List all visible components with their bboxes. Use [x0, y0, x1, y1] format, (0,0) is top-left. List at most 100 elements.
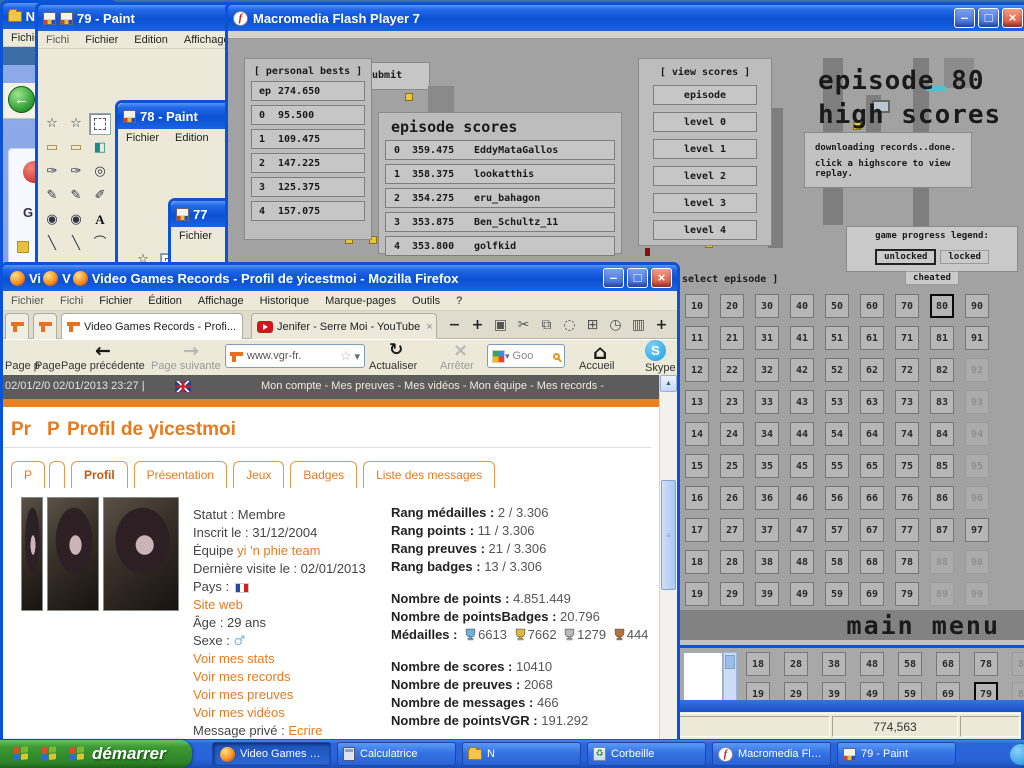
history-clock-icon[interactable]: ◷: [604, 314, 627, 336]
start-button[interactable]: démarrer: [0, 740, 192, 768]
search-engine-dropdown-icon[interactable]: ▾: [505, 351, 510, 362]
episode-cell-38[interactable]: 38: [822, 652, 846, 676]
episode-cell-86[interactable]: 86: [930, 486, 954, 510]
episode-cell-12[interactable]: 12: [685, 358, 709, 382]
minimize-button[interactable]: –: [954, 8, 975, 28]
episode-cell-17[interactable]: 17: [685, 518, 709, 542]
tray-icon[interactable]: [1010, 744, 1024, 765]
episode-cell-63[interactable]: 63: [860, 390, 884, 414]
episode-cell-78[interactable]: 78: [895, 550, 919, 574]
menu-fichier[interactable]: Fichier: [171, 230, 220, 242]
line-icon[interactable]: ╲: [65, 233, 87, 255]
scroll-up-icon[interactable]: ▲: [660, 375, 677, 392]
episode-cell-70[interactable]: 70: [895, 294, 919, 318]
maximize-button[interactable]: □: [978, 8, 999, 28]
profile-link[interactable]: Voir mes stats: [193, 651, 275, 666]
episode-cell-39[interactable]: 39: [755, 582, 779, 606]
episode-cell-91[interactable]: 91: [965, 326, 989, 350]
profile-tab-badges[interactable]: Badges: [290, 461, 357, 488]
text-icon[interactable]: A: [89, 209, 111, 231]
episode-cell-76[interactable]: 76: [895, 486, 919, 510]
episode-cell-46[interactable]: 46: [790, 486, 814, 510]
menu-marque-pages[interactable]: Marque-pages: [317, 295, 404, 307]
menu-edition[interactable]: Edition: [126, 34, 176, 46]
home-label[interactable]: Accueil: [579, 360, 614, 372]
maximize-button[interactable]: □: [627, 268, 648, 288]
taskbar-item-calculatrice[interactable]: Calculatrice: [337, 742, 456, 766]
tab-fragment[interactable]: P: [11, 461, 45, 488]
episode-cell-52[interactable]: 52: [825, 358, 849, 382]
episode-cell-85[interactable]: 85: [930, 454, 954, 478]
episode-cell-31[interactable]: 31: [755, 326, 779, 350]
episode-cell-81[interactable]: 81: [930, 326, 954, 350]
url-text[interactable]: www.vgr-fr.: [247, 350, 340, 362]
cut-icon[interactable]: ✂: [512, 314, 535, 336]
episode-cell-89[interactable]: 89: [930, 582, 954, 606]
profile-link[interactable]: Voir mes preuves: [193, 687, 293, 702]
profile-link[interactable]: Ecrire: [288, 723, 322, 738]
add-toolbar-icon[interactable]: +: [650, 314, 673, 336]
scrollbar[interactable]: ▲ ≡: [659, 375, 677, 739]
episode-cell-62[interactable]: 62: [860, 358, 884, 382]
episode-cell-11[interactable]: 11: [685, 326, 709, 350]
episode-cell-49[interactable]: 49: [790, 582, 814, 606]
line-icon[interactable]: ╲: [41, 233, 63, 255]
episode-cell-35[interactable]: 35: [755, 454, 779, 478]
eraser-icon[interactable]: ▭: [65, 137, 87, 159]
episode-cell-37[interactable]: 37: [755, 518, 779, 542]
episode-cell-27[interactable]: 27: [720, 518, 744, 542]
refresh-icon[interactable]: ↻: [389, 340, 403, 360]
tab-fragment[interactable]: [49, 461, 65, 488]
taskbar-item-macromedia-flas-[interactable]: fMacromedia Flas...: [712, 742, 831, 766]
episode-cell-88[interactable]: 88: [930, 550, 954, 574]
episode-cell-73[interactable]: 73: [895, 390, 919, 414]
episode-cell-65[interactable]: 65: [860, 454, 884, 478]
profile-tab-jeux[interactable]: Jeux: [233, 461, 284, 488]
episode-cell-87[interactable]: 87: [930, 518, 954, 542]
episode-cell-79[interactable]: 79: [895, 582, 919, 606]
pencil-icon[interactable]: ✎: [65, 185, 87, 207]
episode-cell-83[interactable]: 83: [930, 390, 954, 414]
flash-titlebar[interactable]: f Macromedia Flash Player 7 – □ ×: [228, 5, 1024, 31]
paste-icon[interactable]: ▣: [489, 314, 512, 336]
picker-icon[interactable]: ✑: [41, 161, 63, 183]
episode-cell-21[interactable]: 21: [720, 326, 744, 350]
close-button[interactable]: ×: [651, 268, 672, 288]
episode-cell-40[interactable]: 40: [790, 294, 814, 318]
episode-cell-75[interactable]: 75: [895, 454, 919, 478]
uk-flag-icon[interactable]: [175, 381, 191, 392]
episode-cell-96[interactable]: 96: [965, 486, 989, 510]
episode-cell-72[interactable]: 72: [895, 358, 919, 382]
episode-cell-53[interactable]: 53: [825, 390, 849, 414]
episode-cell-69[interactable]: 69: [860, 582, 884, 606]
menu-historique[interactable]: Historique: [252, 295, 318, 307]
zoom-in-icon[interactable]: +: [466, 314, 489, 336]
episode-cell-15[interactable]: 15: [685, 454, 709, 478]
tab-youtube[interactable]: Jenifer - Serre Moi - YouTube ×: [251, 313, 437, 339]
back-arrow-icon[interactable]: ←: [95, 340, 111, 362]
stop-icon[interactable]: ×: [453, 340, 468, 361]
episode-cell-28[interactable]: 28: [784, 652, 808, 676]
episode-cell-98[interactable]: 98: [965, 550, 989, 574]
episode-cell-97[interactable]: 97: [965, 518, 989, 542]
episode-cell-74[interactable]: 74: [895, 422, 919, 446]
episode-cell-19[interactable]: 19: [685, 582, 709, 606]
tab-close-icon[interactable]: ×: [426, 321, 432, 333]
episode-cell-29[interactable]: 29: [720, 582, 744, 606]
tab-fragment[interactable]: [33, 313, 57, 339]
curve-icon[interactable]: ⌒: [89, 233, 111, 255]
episode-cell-33[interactable]: 33: [755, 390, 779, 414]
main-menu-button[interactable]: main menu: [847, 611, 1000, 640]
zoom-out-icon[interactable]: −: [443, 314, 466, 336]
close-button[interactable]: ×: [1002, 8, 1023, 28]
episode-cell-20[interactable]: 20: [720, 294, 744, 318]
forward-arrow-icon[interactable]: →: [183, 340, 199, 362]
episode-cell-34[interactable]: 34: [755, 422, 779, 446]
profile-tab-liste-des-messages[interactable]: Liste des messages: [363, 461, 495, 488]
episode-cell-82[interactable]: 82: [930, 358, 954, 382]
episode-cell-38[interactable]: 38: [755, 550, 779, 574]
profile-link[interactable]: Site web: [193, 597, 243, 612]
episode-cell-77[interactable]: 77: [895, 518, 919, 542]
episode-cell-48[interactable]: 48: [790, 550, 814, 574]
episode-cell-59[interactable]: 59: [825, 582, 849, 606]
